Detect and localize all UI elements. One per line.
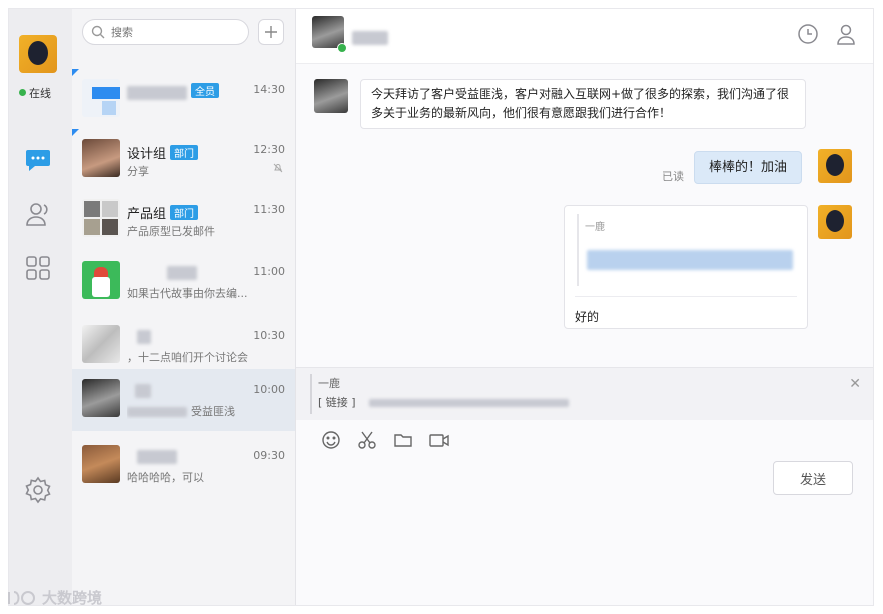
time: 12:30: [253, 143, 285, 156]
preview: 产品原型已发邮件: [127, 225, 215, 238]
search-icon: [91, 25, 105, 39]
time: 11:30: [253, 203, 285, 216]
my-avatar[interactable]: [818, 149, 852, 183]
conversation-item[interactable]: 11:00 如果古代故事由你去编...: [72, 251, 295, 311]
conversation-list: 全员 14:30 设计组部门 12:30 分享 产品组部门 11:30: [72, 9, 296, 605]
sender-avatar[interactable]: [314, 79, 348, 113]
avatar: [82, 325, 120, 363]
message-bubble[interactable]: 今天拜访了客户受益匪浅，客户对融入互联网+做了很多的探索，我们沟通了很多关于业务…: [360, 79, 806, 129]
my-avatar[interactable]: [19, 35, 57, 73]
time: 14:30: [253, 83, 285, 96]
tag-badge: 全员: [191, 83, 219, 98]
time: 10:30: [253, 329, 285, 342]
avatar: [82, 379, 120, 417]
time: 09:30: [253, 449, 285, 462]
my-avatar[interactable]: [818, 205, 852, 239]
blurred-quote: [369, 399, 570, 407]
tag-badge: 部门: [170, 145, 199, 160]
avatar: [82, 139, 120, 177]
app-window: 在线 全员 14:30: [8, 8, 874, 606]
time: 10:00: [253, 383, 285, 396]
quote-line: [310, 374, 312, 414]
quote-author: 一鹿: [585, 222, 605, 233]
quote-bar: [577, 214, 579, 286]
reply-text: 好的: [575, 310, 600, 324]
left-rail: 在线: [9, 9, 72, 605]
watermark: 大数跨境: [6, 587, 102, 608]
online-status[interactable]: 在线: [19, 85, 51, 101]
time: 11:00: [253, 265, 285, 278]
search-input[interactable]: [109, 24, 233, 40]
avatar: [82, 79, 120, 117]
emoji-icon[interactable]: [320, 429, 342, 451]
online-dot-icon: [337, 43, 347, 53]
preview: 如果古代故事由你去编...: [127, 287, 248, 300]
conversation-item[interactable]: 全员 14:30: [72, 69, 295, 129]
blurred-name: [137, 449, 177, 464]
blurred-quote: [587, 250, 793, 270]
search-box[interactable]: [82, 19, 249, 45]
preview: 分享: [127, 165, 149, 178]
scissors-icon[interactable]: [356, 429, 378, 451]
read-status: 已读: [662, 170, 684, 183]
blurred-name: [137, 329, 151, 344]
close-icon[interactable]: ✕: [849, 376, 861, 392]
plus-icon: [265, 26, 277, 38]
conversation-item[interactable]: 设计组 部门 12:30 分享: [72, 129, 295, 189]
name: 产品组: [127, 207, 167, 222]
online-dot-icon: [19, 89, 26, 96]
quote-link[interactable]: [ 链接 ]: [318, 394, 570, 410]
blurred-name: [167, 265, 197, 280]
conversation-item-selected[interactable]: 10:00 受益匪浅: [72, 369, 295, 431]
history-clock-icon[interactable]: [797, 23, 819, 45]
preview: 受益匪浅: [191, 405, 235, 418]
chat-header: [296, 9, 873, 64]
contact-name-blurred: [352, 31, 388, 45]
tag-badge: 部门: [170, 205, 199, 220]
preview: 哈哈哈哈，可以: [127, 471, 204, 484]
video-icon[interactable]: [428, 429, 450, 451]
composer-toolbar: [320, 429, 450, 451]
profile-user-icon[interactable]: [835, 23, 857, 45]
name: 设计组: [127, 147, 167, 162]
preview: ，十二点咱们开个讨论会: [127, 351, 248, 364]
contacts-nav-icon[interactable]: [23, 199, 53, 229]
avatar: [82, 445, 120, 483]
folder-icon[interactable]: [392, 429, 414, 451]
avatar: [82, 261, 120, 299]
conversation-item[interactable]: 10:30 ，十二点咱们开个讨论会: [72, 315, 295, 375]
blurred-name: [135, 383, 151, 398]
conversation-item[interactable]: 产品组 部门 11:30 产品原型已发邮件: [72, 189, 295, 249]
apps-nav-icon[interactable]: [23, 253, 53, 283]
chat-nav-icon[interactable]: [23, 145, 53, 175]
chat-panel: 今天拜访了客户受益匪浅，客户对融入互联网+做了很多的探索，我们沟通了很多关于业务…: [296, 9, 873, 605]
send-button[interactable]: 发送: [773, 461, 853, 495]
my-message-bubble[interactable]: 棒棒的！加油: [694, 151, 802, 184]
unread-marker: [72, 129, 79, 136]
conversation-item[interactable]: 09:30 哈哈哈哈，可以: [72, 435, 295, 495]
divider: [575, 296, 797, 297]
settings-icon[interactable]: [23, 475, 53, 505]
blurred-preview: [127, 407, 187, 417]
mute-icon: [273, 163, 283, 176]
avatar: [82, 199, 120, 237]
composer-quote: 一鹿 [ 链接 ] ✕: [296, 367, 873, 420]
blurred-name: [127, 85, 187, 100]
unread-marker: [72, 69, 79, 76]
quote-reply-card[interactable]: 一鹿 好的: [564, 205, 808, 329]
quote-author: 一鹿: [318, 377, 340, 390]
add-button[interactable]: [258, 19, 284, 45]
